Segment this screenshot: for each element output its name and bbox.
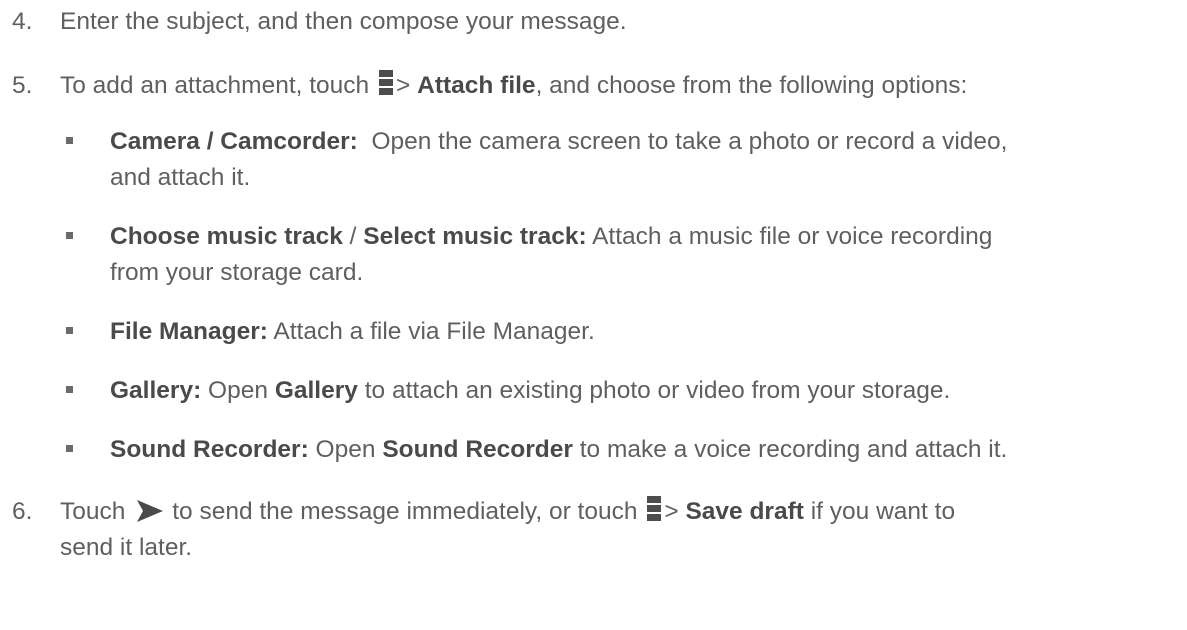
bullet-square-icon [66,445,73,452]
bullet-square-icon [66,232,73,239]
instruction-page: 4. Enter the subject, and then compose y… [0,0,1187,630]
save-draft-label: Save draft [685,498,804,525]
menu-icon [379,70,393,96]
step-6: 6. Touch to send the message immediately… [12,494,1179,574]
send-icon [137,500,164,522]
step-text-continued: send it later. [60,534,193,561]
step-number: 4. [12,8,33,35]
bullet-square-icon [66,386,73,393]
step-number: 5. [12,72,33,99]
bullet-square-icon [66,327,73,334]
attach-file-label: Attach file [417,72,536,99]
step-number: 6. [12,498,33,525]
menu-icon [647,496,662,522]
step-text: Touch to send the message immediately, o… [60,496,956,525]
step-text: To add an attachment, touch > Attach fil… [60,70,968,99]
step-text: Enter the subject, and then compose your… [60,8,627,35]
bullet-square-icon [66,137,73,144]
